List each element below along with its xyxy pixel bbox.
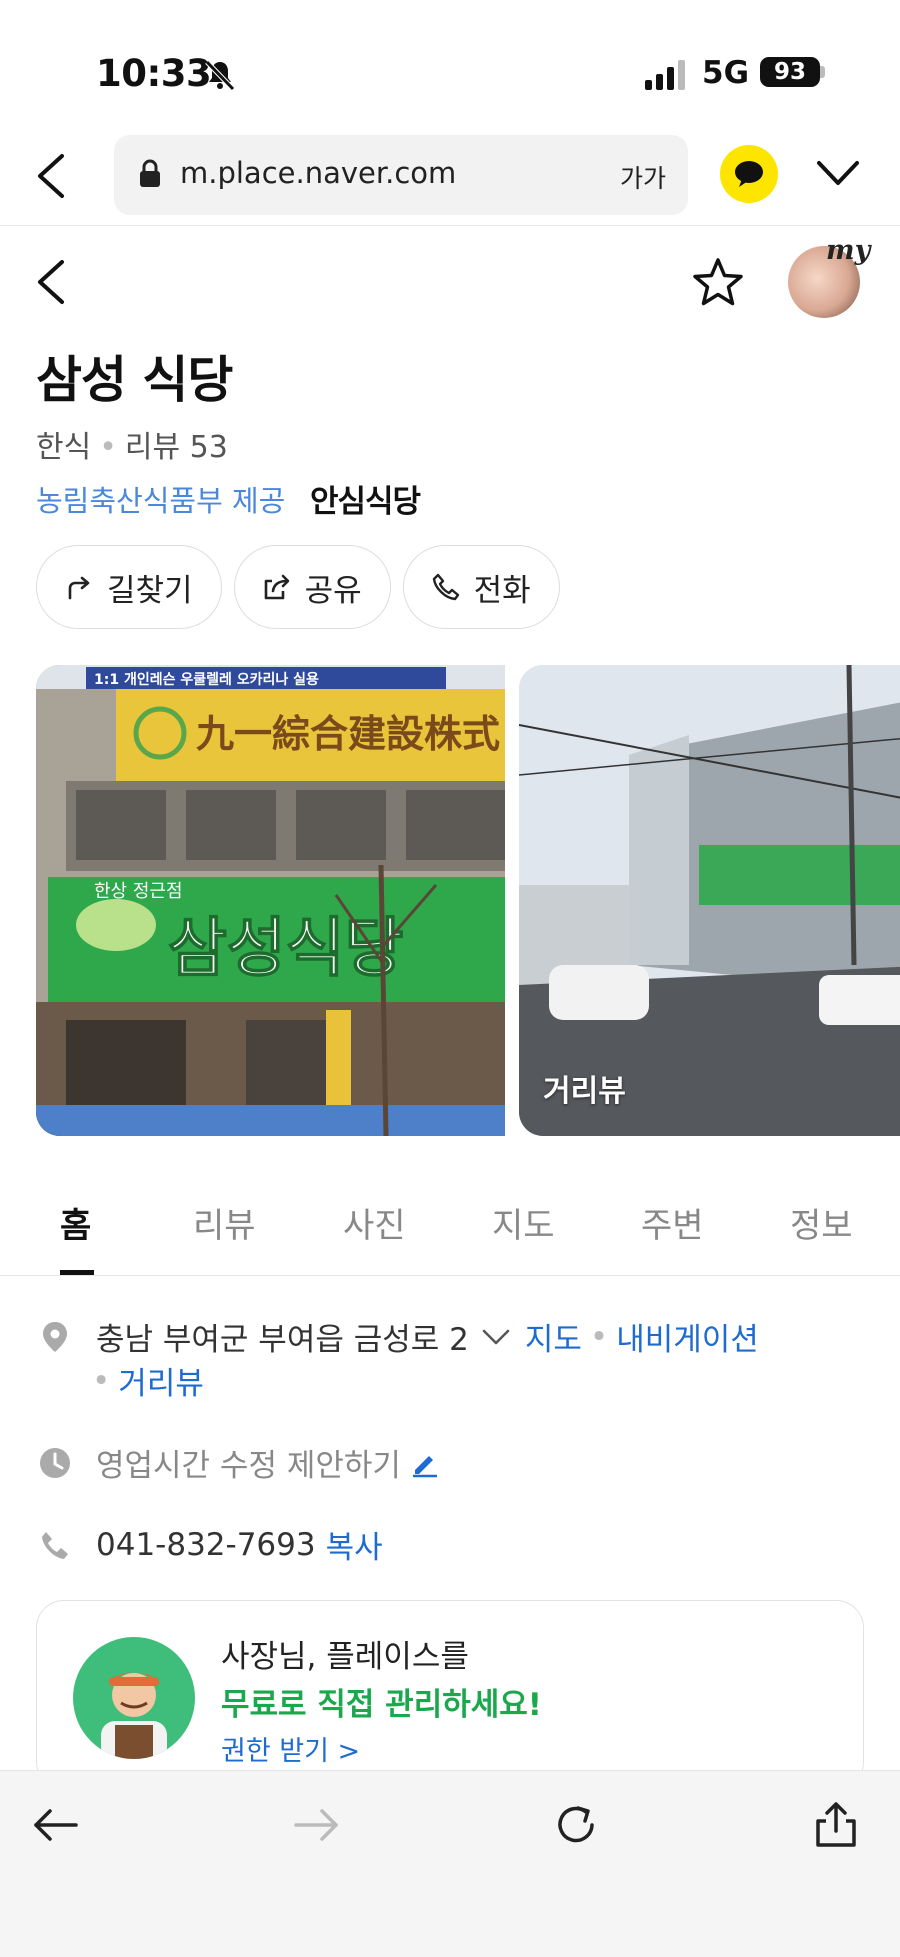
status-time: 10:33: [96, 52, 212, 95]
review-count-link[interactable]: 리뷰 53: [125, 430, 228, 465]
battery-indicator: 93: [760, 57, 820, 87]
signal-icon: [645, 60, 685, 90]
certifier-label: 농림축산식품부 제공: [36, 484, 286, 518]
network-type: 5G: [702, 55, 750, 91]
address-row: 충남 부여군 부여읍 금성로 2 지도 • 내비게이션: [38, 1314, 759, 1359]
company-sign-text: 九一綜合建設株式: [196, 711, 500, 756]
navigation-link[interactable]: 내비게이션: [616, 1314, 759, 1359]
share-label: 공유: [304, 572, 362, 609]
address-text: 충남 부여군 부여읍 금성로 2: [96, 1322, 469, 1358]
safe-restaurant-badge: 안심식당: [310, 484, 421, 520]
text-size-button[interactable]: 가가: [620, 159, 666, 195]
phone-icon: [42, 1531, 68, 1559]
share-button[interactable]: 공유: [233, 545, 391, 629]
active-tab-indicator: [60, 1270, 94, 1275]
lock-icon: [140, 159, 160, 187]
streetview-label: 거리뷰: [543, 1074, 626, 1109]
tab-photos[interactable]: 사진: [343, 1198, 406, 1247]
phone-row: 041-832-7693 복사: [38, 1522, 383, 1567]
bell-muted-icon: [205, 60, 235, 91]
dot-separator: •: [92, 1362, 111, 1399]
owner-illustration: [73, 1637, 195, 1759]
directions-icon: [68, 576, 90, 600]
promo-line-2: 무료로 직접 관리하세요!: [221, 1687, 542, 1723]
kakaotalk-button[interactable]: [720, 145, 778, 203]
tab-home[interactable]: 홈: [60, 1198, 91, 1247]
chat-bubble-icon: [735, 161, 763, 187]
tab-reviews[interactable]: 리뷰: [193, 1198, 256, 1247]
status-bar: 10:33 5G 93: [0, 0, 900, 130]
hours-row: 영업시간 수정 제안하기: [38, 1440, 439, 1485]
map-link[interactable]: 지도: [525, 1314, 582, 1359]
action-buttons: 길찾기 공유 전화: [36, 545, 560, 629]
location-pin-icon: [43, 1321, 67, 1352]
share-icon: [264, 574, 289, 600]
browser-back-chevron-icon[interactable]: [30, 150, 74, 202]
sub-sign-text: 한상 정근점: [94, 881, 183, 902]
call-label: 전화: [473, 572, 531, 609]
call-button[interactable]: 전화: [402, 545, 560, 629]
storefront-photo[interactable]: 1:1 개인레슨 우쿨렐레 오카리나 실용 九一綜合建設株式 한상 정근점 삼성…: [36, 665, 505, 1136]
forward-arrow-icon[interactable]: [290, 1799, 342, 1851]
directions-button[interactable]: 길찾기: [36, 545, 222, 629]
storefront-illustration: 1:1 개인레슨 우쿨렐레 오카리나 실용 九一綜合建設株式 한상 정근점 삼성…: [36, 665, 505, 1136]
url-text: m.place.naver.com: [180, 156, 457, 190]
battery-tip: [820, 66, 825, 78]
phone-number[interactable]: 041-832-7693: [96, 1527, 316, 1563]
owner-promo-card[interactable]: 사장님, 플레이스를 무료로 직접 관리하세요! 권한 받기 >: [36, 1600, 864, 1790]
back-chevron-icon[interactable]: [32, 256, 72, 308]
clock-icon: [40, 1447, 70, 1478]
photo-carousel[interactable]: 1:1 개인레슨 우쿨렐레 오카리나 실용 九一綜合建設株式 한상 정근점 삼성…: [36, 665, 900, 1136]
reload-icon[interactable]: [550, 1799, 602, 1851]
tab-bar: 홈 리뷰 사진 지도 주변 정보: [0, 1160, 900, 1276]
copy-phone-button[interactable]: 복사: [326, 1522, 383, 1567]
chevron-down-icon[interactable]: [481, 1327, 511, 1347]
get-permission-link[interactable]: 권한 받기 >: [221, 1729, 360, 1768]
promo-line-1: 사장님, 플레이스를: [221, 1639, 469, 1675]
browser-bottom-bar: [0, 1770, 900, 1957]
restaurant-sign-text: 삼성식당: [168, 912, 404, 986]
phone-icon: [432, 573, 459, 601]
back-arrow-icon[interactable]: [30, 1799, 82, 1851]
place-meta: 한식 • 리뷰 53: [36, 422, 228, 466]
star-icon[interactable]: [690, 255, 746, 311]
dot-separator: •: [99, 430, 117, 465]
banner-text: 1:1 개인레슨 우쿨렐레 오카리나 실용: [94, 671, 319, 688]
pencil-icon[interactable]: [409, 1448, 439, 1478]
tab-map[interactable]: 지도: [492, 1198, 555, 1247]
streetview-photo[interactable]: 거리뷰: [519, 665, 900, 1136]
share-upload-icon[interactable]: [810, 1799, 862, 1851]
owner-avatar-icon: [101, 1672, 167, 1759]
place-name: 삼성 식당: [36, 351, 233, 409]
browser-toolbar: m.place.naver.com 가가: [0, 130, 900, 226]
place-category: 한식: [36, 430, 92, 465]
chevron-down-icon[interactable]: [815, 157, 861, 189]
hours-suggest-link[interactable]: 영업시간 수정 제안하기: [96, 1440, 401, 1485]
tab-nearby[interactable]: 주변: [641, 1198, 704, 1247]
address-bar[interactable]: m.place.naver.com 가가: [114, 135, 688, 215]
streetview-link[interactable]: 거리뷰: [118, 1358, 204, 1403]
my-badge: my: [826, 235, 871, 266]
streetview-row: • 거리뷰: [92, 1358, 204, 1403]
tab-info[interactable]: 정보: [790, 1198, 853, 1247]
dot-separator: •: [589, 1318, 609, 1355]
directions-label: 길찾기: [107, 572, 193, 609]
